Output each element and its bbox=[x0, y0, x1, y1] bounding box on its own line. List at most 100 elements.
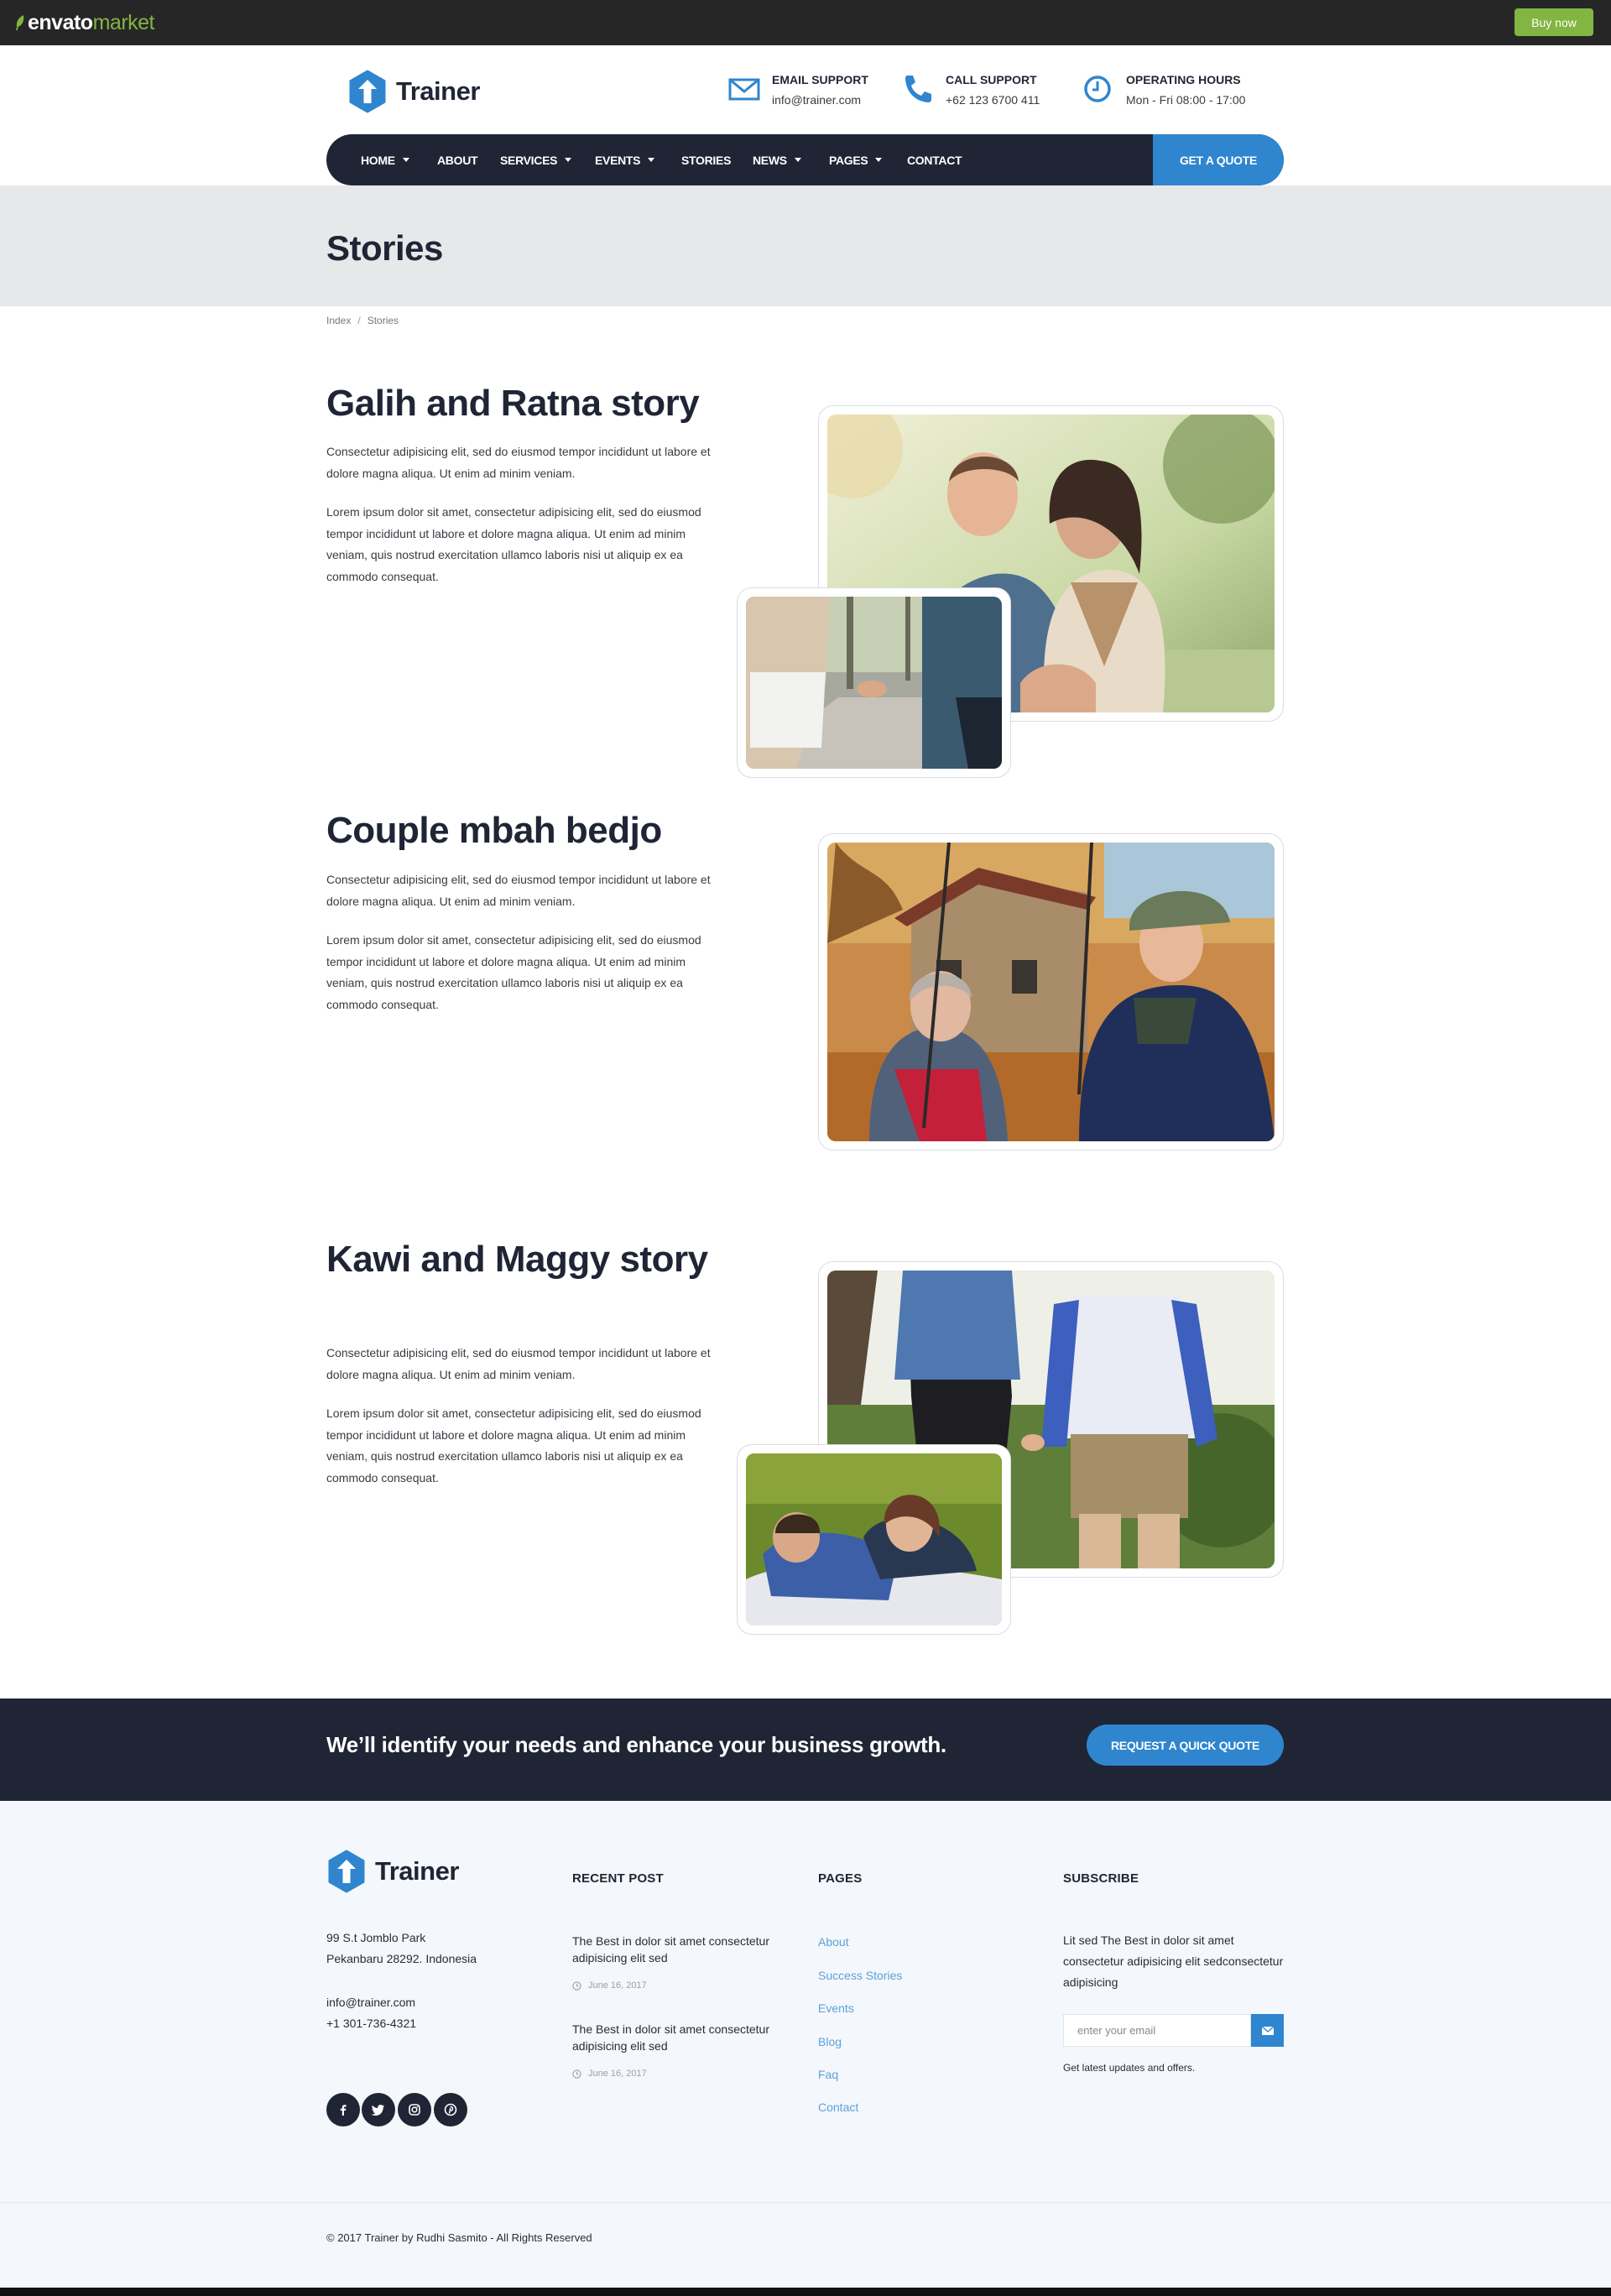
phone-icon bbox=[905, 76, 931, 102]
story-title: Couple mbah bedjo bbox=[326, 810, 662, 851]
page-title-band bbox=[0, 185, 1611, 306]
facebook-icon bbox=[340, 2105, 347, 2116]
footer-link-faq[interactable]: Faq bbox=[818, 2068, 838, 2081]
footer-brand-logo[interactable]: Trainer bbox=[326, 1850, 459, 1893]
story-body: Lorem ipsum dolor sit amet, consectetur … bbox=[326, 1406, 701, 1485]
footer-link-events[interactable]: Events bbox=[818, 2001, 854, 2015]
nav-item-events[interactable]: EVENTS bbox=[595, 134, 655, 185]
trainer-hex-icon bbox=[349, 70, 386, 113]
nav-item-services[interactable]: SERVICES bbox=[500, 134, 572, 185]
story-image-main bbox=[818, 833, 1284, 1151]
call-support-value[interactable]: +62 123 6700 411 bbox=[946, 93, 1040, 107]
caret-down-icon bbox=[648, 158, 655, 162]
pinterest-icon bbox=[444, 2103, 457, 2116]
nav-item-about[interactable]: ABOUT bbox=[437, 134, 478, 185]
email-support: EMAIL SUPPORT info@trainer.com bbox=[727, 70, 868, 107]
caret-down-icon bbox=[875, 158, 883, 162]
cta-text: We’ll identify your needs and enhance yo… bbox=[326, 1732, 946, 1757]
nav-item-pages[interactable]: PAGES bbox=[829, 134, 883, 185]
envelope-icon bbox=[1261, 2026, 1274, 2035]
recent-post-date: June 16, 2017 bbox=[572, 1980, 647, 1991]
nav-item-stories[interactable]: STORIES bbox=[681, 134, 731, 185]
twitter-icon bbox=[372, 2105, 384, 2116]
breadcrumb-separator: / bbox=[357, 315, 361, 326]
nav-item-contact[interactable]: CONTACT bbox=[907, 134, 962, 185]
footer-phone[interactable]: +1 301-736-4321 bbox=[326, 2013, 416, 2034]
footer-link-contact[interactable]: Contact bbox=[818, 2100, 858, 2114]
request-quick-quote-button[interactable]: REQUEST A QUICK QUOTE bbox=[1087, 1725, 1284, 1766]
pinterest-button[interactable] bbox=[434, 2093, 467, 2126]
subscribe-heading: SUBSCRIBE bbox=[1063, 1871, 1139, 1886]
recent-post-title[interactable]: The Best in dolor sit amet consectetur a… bbox=[572, 2021, 799, 2054]
nav-label: NEWS bbox=[753, 153, 787, 167]
operating-hours-value: Mon - Fri 08:00 - 17:00 bbox=[1126, 93, 1246, 107]
nav-item-news[interactable]: NEWS bbox=[753, 134, 801, 185]
bottom-strip bbox=[0, 2288, 1611, 2296]
envato-logo-secondary: market bbox=[92, 10, 155, 34]
nav-label: STORIES bbox=[681, 153, 732, 167]
facebook-button[interactable] bbox=[326, 2093, 360, 2126]
call-support-label: CALL SUPPORT bbox=[946, 73, 1037, 86]
brand-name: Trainer bbox=[396, 76, 480, 106]
address-line: Pekanbaru 28292. Indonesia bbox=[326, 1952, 477, 1965]
page-title: Stories bbox=[326, 228, 443, 268]
caret-down-icon bbox=[794, 158, 801, 162]
breadcrumb-current: Stories bbox=[367, 315, 399, 326]
story-image-secondary bbox=[737, 587, 1011, 778]
pages-heading: PAGES bbox=[818, 1871, 863, 1886]
leaf-icon bbox=[16, 15, 24, 30]
elderly-couple-swing-photo bbox=[827, 843, 1275, 1141]
clock-icon bbox=[1084, 76, 1111, 102]
recent-post-date-text: June 16, 2017 bbox=[588, 1980, 647, 1991]
holding-hands-photo bbox=[746, 597, 1002, 769]
caret-down-icon bbox=[565, 158, 572, 162]
recent-post-title[interactable]: The Best in dolor sit amet consectetur a… bbox=[572, 1933, 799, 1966]
footer-email[interactable]: info@trainer.com bbox=[326, 1992, 416, 2013]
instagram-icon bbox=[409, 2104, 420, 2116]
story-intro: Consectetur adipisicing elit, sed do eiu… bbox=[326, 445, 711, 480]
footer-link-success-stories[interactable]: Success Stories bbox=[818, 1969, 902, 1982]
clock-icon bbox=[572, 1980, 581, 1991]
copyright: © 2017 Trainer by Rudhi Sasmito - All Ri… bbox=[326, 2231, 592, 2244]
email-support-label: EMAIL SUPPORT bbox=[772, 73, 868, 86]
clock-icon bbox=[572, 2069, 581, 2079]
story-title: Galih and Ratna story bbox=[326, 383, 700, 424]
footer-link-about[interactable]: About bbox=[818, 1935, 849, 1949]
get-a-quote-button[interactable]: GET A QUOTE bbox=[1153, 134, 1284, 185]
breadcrumb-index[interactable]: Index bbox=[326, 315, 351, 326]
nav-item-home[interactable]: HOME bbox=[361, 134, 409, 185]
instagram-button[interactable] bbox=[398, 2093, 431, 2126]
footer bbox=[0, 1801, 1611, 2288]
breadcrumb: Index / Stories bbox=[326, 315, 399, 326]
story-intro: Consectetur adipisicing elit, sed do eiu… bbox=[326, 873, 711, 908]
footer-contact: info@trainer.com +1 301-736-4321 bbox=[326, 1992, 416, 2034]
twitter-button[interactable] bbox=[362, 2093, 395, 2126]
buy-now-button[interactable]: Buy now bbox=[1515, 8, 1593, 36]
story-image-secondary bbox=[737, 1444, 1011, 1635]
footer-link-blog[interactable]: Blog bbox=[818, 2035, 842, 2048]
subscribe-note: Get latest updates and offers. bbox=[1063, 2062, 1196, 2074]
subscribe-email-input[interactable]: enter your email bbox=[1063, 2014, 1251, 2047]
subscribe-text: Lit sed The Best in dolor sit amet conse… bbox=[1063, 1933, 1284, 1989]
nav-label: ABOUT bbox=[437, 153, 478, 167]
address-line: 99 S.t Jomblo Park bbox=[326, 1931, 426, 1944]
envato-top-bar: envato market Buy now bbox=[0, 0, 1611, 45]
subscribe-button[interactable] bbox=[1251, 2014, 1284, 2047]
nav-label: CONTACT bbox=[907, 153, 962, 167]
operating-hours: OPERATING HOURS Mon - Fri 08:00 - 17:00 bbox=[1081, 70, 1245, 107]
couple-lying-grass-photo bbox=[746, 1453, 1002, 1625]
story-title: Kawi and Maggy story bbox=[326, 1239, 708, 1280]
envelope-icon bbox=[728, 78, 760, 101]
call-support: CALL SUPPORT +62 123 6700 411 bbox=[900, 70, 1040, 107]
brand-logo[interactable]: Trainer bbox=[347, 70, 480, 113]
operating-hours-label: OPERATING HOURS bbox=[1126, 73, 1241, 86]
caret-down-icon bbox=[402, 158, 409, 162]
envato-logo[interactable]: envato market bbox=[15, 10, 155, 34]
story-body: Lorem ipsum dolor sit amet, consectetur … bbox=[326, 505, 701, 583]
trainer-hex-icon bbox=[328, 1850, 365, 1893]
nav-label: HOME bbox=[361, 153, 395, 167]
nav-label: SERVICES bbox=[500, 153, 558, 167]
email-support-value[interactable]: info@trainer.com bbox=[772, 93, 868, 107]
recent-post-date: June 16, 2017 bbox=[572, 2069, 647, 2079]
main-nav: HOME ABOUT SERVICES EVENTS STORIES NEWS … bbox=[326, 134, 1284, 185]
